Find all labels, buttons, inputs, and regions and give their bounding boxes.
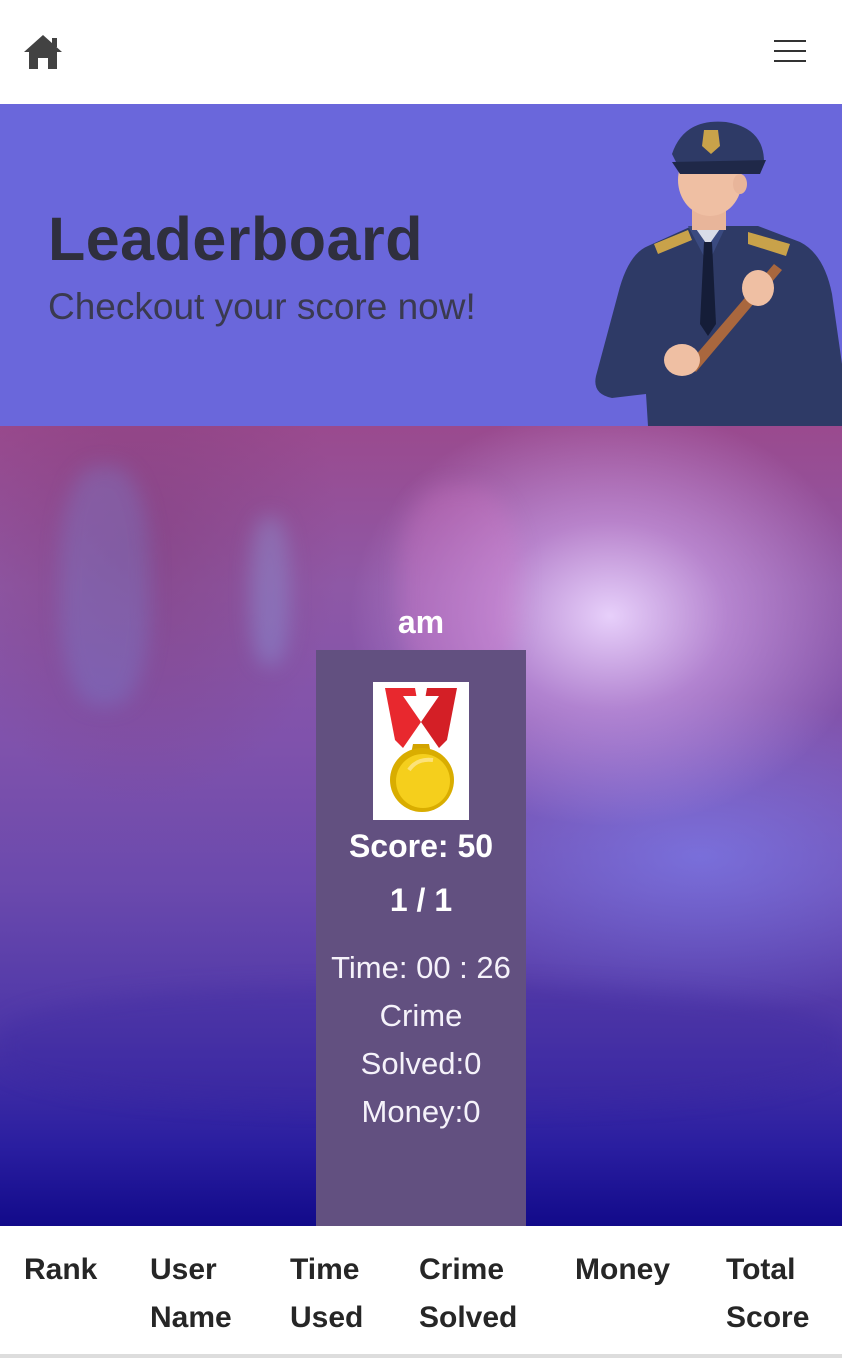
top-player-name: am (397, 604, 445, 640)
leaderboard-banner: Leaderboard Checkout your score now! (0, 104, 842, 426)
header-total-score: Total Score (726, 1246, 809, 1342)
top-player-score: Score: 50 (348, 828, 494, 864)
header-rank-label: Rank (24, 1253, 98, 1286)
top-player-card: Score: 50 1 / 1 Time: 00 : 26 Crime Solv… (316, 650, 526, 1226)
table-divider (0, 1354, 842, 1358)
header-time-used-line2: Used (290, 1301, 364, 1334)
header-total-score-line2: Score (726, 1301, 810, 1334)
header-user-name-line1: User (150, 1253, 217, 1286)
menu-bar (774, 50, 806, 52)
header-time-used-line1: Time (290, 1253, 360, 1286)
header-user-name: User Name (150, 1246, 232, 1342)
header-rank: Rank (24, 1246, 97, 1294)
top-navbar (0, 0, 842, 104)
money-text: Money:0 (361, 1094, 481, 1129)
page-title: Leaderboard (48, 205, 423, 273)
light-streak (60, 466, 150, 706)
header-crime-solved: Crime Solved (419, 1246, 517, 1342)
medal-image (373, 682, 469, 820)
header-crime-solved-line2: Solved (419, 1301, 518, 1334)
menu-bar (774, 40, 806, 42)
page-subtitle: Checkout your score now! (48, 286, 476, 327)
time-used-text: Time: 00 : 26 (331, 950, 511, 985)
light-streak (250, 516, 290, 666)
header-total-score-line1: Total (726, 1253, 796, 1286)
header-time-used: Time Used (290, 1246, 363, 1342)
home-icon (24, 35, 62, 69)
header-money-label: Money (575, 1253, 671, 1286)
header-money: Money (575, 1246, 670, 1294)
top-player-rank: 1 / 1 (389, 882, 453, 918)
police-officer-illustration (595, 121, 842, 426)
leaderboard-table-header: Rank User Name Time Used Crime Solved Mo… (0, 1226, 842, 1354)
header-user-name-line2: Name (150, 1301, 232, 1334)
header-crime-solved-line1: Crime (419, 1253, 505, 1286)
top-player-stats: Time: 00 : 26 Crime Solved:0 Money:0 (326, 944, 516, 1136)
crime-solved-text: Crime Solved:0 (360, 998, 482, 1081)
hamburger-menu-button[interactable] (768, 34, 812, 68)
menu-bar (774, 60, 806, 62)
gold-medal-icon (385, 688, 457, 812)
home-button[interactable] (22, 33, 64, 71)
